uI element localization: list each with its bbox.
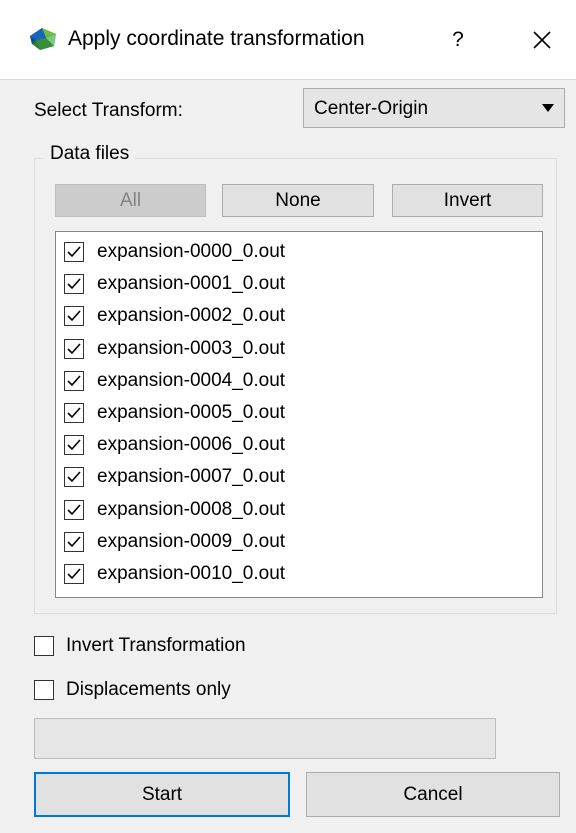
checkmark-icon: [67, 439, 81, 451]
file-label: expansion-0008_0.out: [97, 498, 286, 520]
list-item[interactable]: expansion-0006_0.out: [64, 429, 534, 461]
file-label: expansion-0010_0.out: [97, 563, 286, 584]
file-checkbox[interactable]: [64, 564, 84, 584]
file-label: expansion-0005_0.out: [97, 402, 286, 423]
transform-combobox[interactable]: Center-Origin: [303, 88, 565, 128]
list-item[interactable]: expansion-0000_0.out: [64, 236, 534, 268]
title-bar: Apply coordinate transformation ?: [0, 0, 576, 80]
file-checkbox[interactable]: [64, 467, 84, 488]
list-item[interactable]: expansion-0010_0.out: [64, 558, 534, 590]
file-label: expansion-0002_0.out: [97, 305, 286, 327]
file-label: expansion-0001_0.out: [97, 273, 286, 295]
close-icon: [533, 31, 551, 49]
window-title: Apply coordinate transformation: [68, 27, 365, 50]
list-item[interactable]: expansion-0001_0.out: [64, 268, 534, 300]
displacements-only-label: Displacements only: [66, 679, 231, 700]
file-label: expansion-0009_0.out: [97, 530, 286, 552]
list-item[interactable]: expansion-0009_0.out: [64, 526, 534, 558]
checkmark-icon: [67, 278, 81, 290]
checkmark-icon: [67, 310, 81, 322]
select-none-button[interactable]: None: [222, 184, 374, 217]
list-item[interactable]: expansion-0002_0.out: [64, 300, 534, 332]
file-checkbox[interactable]: [64, 370, 84, 391]
list-item[interactable]: expansion-0003_0.out: [64, 333, 534, 365]
checkmark-icon: [67, 536, 81, 547]
file-label: expansion-0004_0.out: [97, 369, 286, 391]
checkmark-icon: [67, 246, 81, 258]
invert-transformation-label: Invert Transformation: [66, 635, 246, 656]
checkmark-icon: [67, 375, 81, 386]
file-checkbox[interactable]: [64, 531, 84, 552]
file-checkbox[interactable]: [64, 499, 84, 520]
list-item[interactable]: expansion-0007_0.out: [64, 461, 534, 493]
list-item[interactable]: expansion-0004_0.out: [64, 365, 534, 397]
list-item[interactable]: expansion-0005_0.out: [64, 397, 534, 429]
checkmark-icon: [67, 504, 81, 515]
file-checkbox[interactable]: [64, 242, 84, 262]
file-label: expansion-0000_0.out: [97, 241, 286, 262]
checkmark-icon: [67, 343, 81, 354]
progress-bar: [34, 718, 496, 759]
file-label: expansion-0007_0.out: [97, 466, 286, 488]
transform-selected-value: Center-Origin: [314, 98, 429, 119]
data-files-group-title: Data files: [44, 143, 136, 165]
dropdown-arrow-icon: [542, 104, 554, 112]
file-checkbox[interactable]: [64, 306, 84, 327]
invert-selection-button[interactable]: Invert: [392, 184, 543, 217]
file-checkbox[interactable]: [64, 403, 84, 423]
checkmark-icon: [67, 407, 81, 419]
invert-transformation-checkbox[interactable]: [34, 636, 54, 656]
select-all-button[interactable]: All: [55, 184, 206, 217]
start-button[interactable]: Start: [34, 772, 290, 817]
colorful-mesh-icon: [30, 28, 56, 50]
list-item[interactable]: expansion-0008_0.out: [64, 494, 534, 526]
file-checkbox[interactable]: [64, 274, 84, 295]
close-button[interactable]: [520, 18, 564, 62]
file-checkbox[interactable]: [64, 435, 84, 456]
cancel-button[interactable]: Cancel: [306, 772, 560, 817]
file-checkbox[interactable]: [64, 338, 84, 359]
help-button[interactable]: ?: [438, 18, 478, 62]
file-label: expansion-0003_0.out: [97, 337, 286, 359]
checkmark-icon: [67, 471, 81, 483]
select-transform-label: Select Transform:: [34, 100, 183, 121]
data-files-list[interactable]: expansion-0000_0.out expansion-0001_0.out…: [55, 231, 543, 598]
file-label: expansion-0006_0.out: [97, 434, 286, 456]
displacements-only-checkbox[interactable]: [34, 680, 54, 700]
checkmark-icon: [67, 568, 81, 580]
